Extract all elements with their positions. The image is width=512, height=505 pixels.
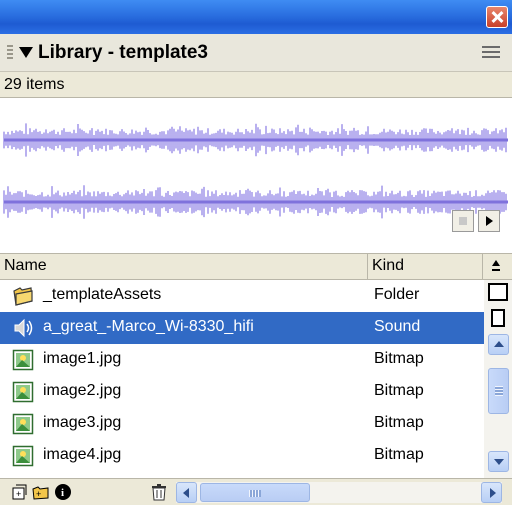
new-symbol-icon[interactable]: + bbox=[12, 483, 30, 501]
scroll-down-button[interactable] bbox=[488, 451, 509, 472]
item-name: image2.jpg bbox=[43, 382, 122, 399]
panel-header[interactable]: Library - template3 bbox=[0, 34, 512, 72]
item-name: image1.jpg bbox=[43, 350, 122, 367]
new-folder-icon[interactable]: + bbox=[32, 483, 50, 501]
item-count: 29 items bbox=[4, 76, 65, 93]
list-item[interactable]: _templateAssets Folder bbox=[0, 280, 484, 312]
folder-icon bbox=[13, 287, 33, 306]
item-name: _templateAssets bbox=[43, 286, 162, 303]
bitmap-icon bbox=[12, 349, 34, 371]
item-kind: Folder bbox=[374, 286, 420, 303]
horizontal-scroll-thumb[interactable] bbox=[200, 483, 310, 502]
library-item-list: _templateAssets Folder a_great_-Marco_Wi… bbox=[0, 280, 484, 478]
list-item[interactable]: image3.jpg Bitmap bbox=[0, 408, 484, 440]
panel-title: Library - template3 bbox=[38, 42, 208, 63]
vertical-scrollbar[interactable] bbox=[484, 280, 512, 478]
scroll-up-button[interactable] bbox=[488, 334, 509, 355]
item-kind: Bitmap bbox=[374, 382, 424, 399]
item-name: image4.jpg bbox=[43, 446, 122, 463]
collapse-arrow-icon[interactable] bbox=[19, 47, 33, 58]
waveform-graphic bbox=[3, 123, 508, 219]
sort-icon[interactable] bbox=[491, 259, 501, 273]
bitmap-icon bbox=[12, 413, 34, 435]
vertical-scroll-thumb[interactable] bbox=[488, 368, 509, 414]
svg-text:i: i bbox=[61, 487, 64, 499]
window-title-bar bbox=[0, 0, 512, 34]
delete-icon[interactable] bbox=[150, 483, 168, 501]
stop-icon[interactable] bbox=[452, 210, 474, 232]
item-count-bar: 29 items bbox=[0, 72, 512, 98]
list-item[interactable]: image4.jpg Bitmap bbox=[0, 440, 484, 472]
sound-preview bbox=[0, 98, 512, 254]
item-kind: Bitmap bbox=[374, 350, 424, 367]
wide-view-icon[interactable] bbox=[488, 283, 508, 301]
scroll-right-button[interactable] bbox=[481, 482, 502, 503]
library-window: Library - template3 29 items Name Kind _… bbox=[0, 0, 512, 505]
bitmap-icon bbox=[12, 381, 34, 403]
svg-text:+: + bbox=[16, 489, 21, 499]
column-kind-header[interactable]: Kind bbox=[368, 254, 483, 279]
item-name: a_great_-Marco_Wi-8330_hifi bbox=[43, 318, 254, 335]
item-kind: Bitmap bbox=[374, 414, 424, 431]
horizontal-scrollbar[interactable] bbox=[176, 482, 502, 503]
close-icon[interactable] bbox=[486, 6, 508, 28]
properties-icon[interactable]: i bbox=[54, 483, 72, 501]
drag-grip-icon[interactable] bbox=[7, 45, 13, 61]
list-item[interactable]: image2.jpg Bitmap bbox=[0, 376, 484, 408]
list-item[interactable]: image1.jpg Bitmap bbox=[0, 344, 484, 376]
scroll-left-button[interactable] bbox=[176, 482, 197, 503]
panel-menu-icon[interactable] bbox=[482, 46, 500, 60]
play-icon[interactable] bbox=[478, 210, 500, 232]
column-name-header[interactable]: Name bbox=[0, 254, 368, 279]
item-kind: Sound bbox=[374, 318, 421, 335]
bitmap-icon bbox=[12, 445, 34, 467]
svg-text:+: + bbox=[36, 489, 41, 499]
bottom-toolbar: + + i bbox=[0, 478, 512, 505]
item-name: image3.jpg bbox=[43, 414, 122, 431]
column-header: Name Kind bbox=[0, 254, 512, 280]
sound-icon bbox=[14, 318, 33, 338]
list-item-selected[interactable]: a_great_-Marco_Wi-8330_hifi Sound bbox=[0, 312, 484, 344]
narrow-view-icon[interactable] bbox=[491, 309, 505, 327]
item-kind: Bitmap bbox=[374, 446, 424, 463]
